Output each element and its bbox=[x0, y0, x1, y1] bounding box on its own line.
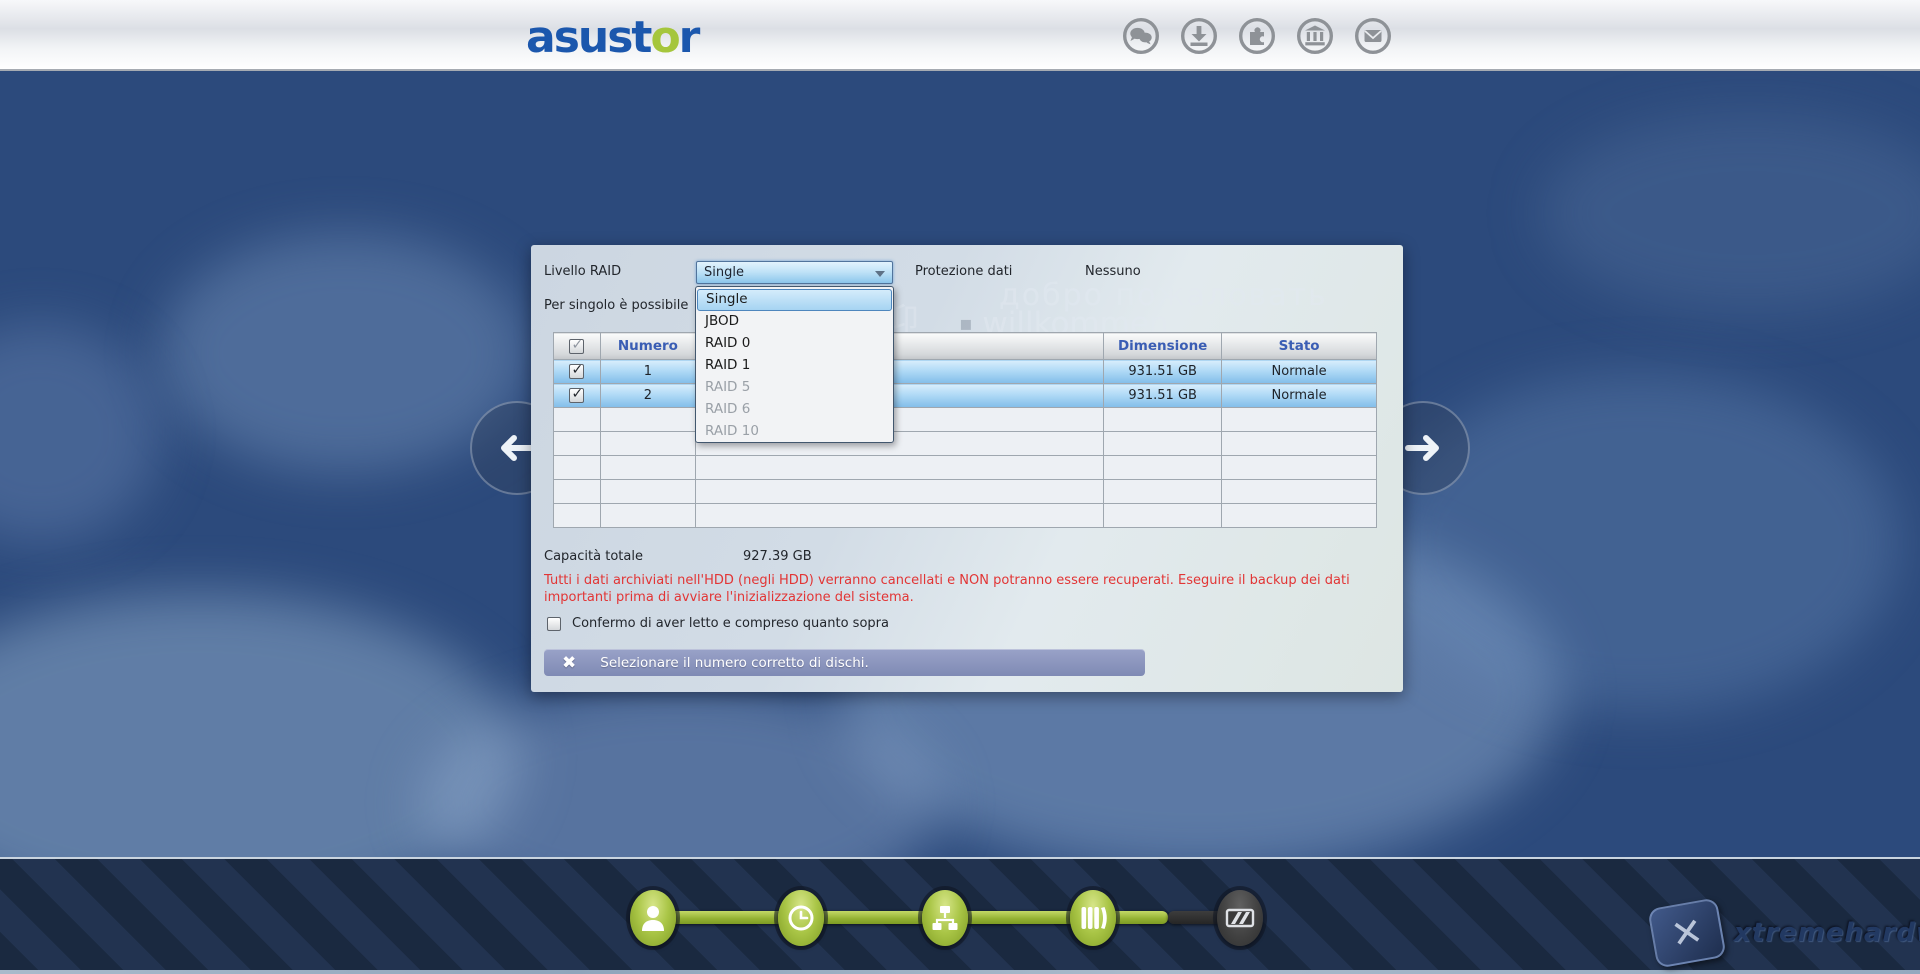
setup-wizard-screen: asustor bbox=[0, 0, 1920, 974]
cloud bbox=[1540, 113, 1920, 313]
table-header-row: Numero Dimensione Stato bbox=[554, 333, 1377, 360]
xtremehardware-watermark: xtremehardware.com bbox=[1734, 918, 1920, 948]
confirm-label: Confermo di aver letto e compreso quanto… bbox=[572, 616, 889, 631]
logo-text-end: r bbox=[679, 12, 699, 63]
chat-icon[interactable] bbox=[1122, 17, 1160, 55]
logo-o: o bbox=[650, 12, 678, 63]
disk-2-size: 931.51 GB bbox=[1104, 384, 1222, 408]
stato-header[interactable]: Stato bbox=[1222, 333, 1377, 360]
disk-2-status: Normale bbox=[1222, 384, 1377, 408]
raid-level-label: Livello RAID bbox=[544, 264, 621, 279]
xtremehardware-badge: ✕ bbox=[1647, 897, 1726, 968]
raid-level-select[interactable]: Single bbox=[696, 261, 893, 284]
error-message: Selezionare il numero corretto di dischi… bbox=[600, 655, 869, 671]
disk-1-number: 1 bbox=[600, 360, 695, 384]
disk-1-checkbox[interactable] bbox=[569, 364, 584, 379]
raid-option-raid5: RAID 5 bbox=[697, 377, 892, 399]
step-network[interactable] bbox=[922, 890, 968, 946]
dimensione-header[interactable]: Dimensione bbox=[1104, 333, 1222, 360]
download-icon[interactable] bbox=[1180, 17, 1218, 55]
error-x-icon: ✖ bbox=[562, 653, 576, 673]
user-icon bbox=[640, 903, 666, 933]
disks-table: Numero Dimensione Stato 1 931.51 GB Norm… bbox=[553, 332, 1377, 528]
step-disks[interactable] bbox=[1070, 890, 1116, 946]
step-connector-done bbox=[653, 911, 1093, 924]
top-header: asustor bbox=[0, 0, 1920, 71]
empty-row bbox=[554, 408, 1377, 432]
total-capacity-value: 927.39 GB bbox=[743, 549, 812, 564]
empty-row bbox=[554, 480, 1377, 504]
logo-text: asust bbox=[526, 12, 650, 63]
bank-icon[interactable] bbox=[1296, 17, 1334, 55]
data-protection-label: Protezione dati bbox=[915, 264, 1012, 279]
wizard-step-bar bbox=[0, 857, 1920, 974]
data-loss-warning: Tutti i dati archiviati nell'HDD (negli … bbox=[544, 572, 1364, 606]
network-icon bbox=[931, 904, 959, 932]
arrow-right-icon bbox=[1402, 432, 1444, 464]
confirm-row: Confermo di aver letto e compreso quanto… bbox=[547, 616, 889, 631]
raid-config-dialog: 迎 добро пожаловать ▪ willkommen Livello … bbox=[531, 245, 1403, 692]
raid-option-raid1[interactable]: RAID 1 bbox=[697, 355, 892, 377]
disk-2-number: 2 bbox=[600, 384, 695, 408]
step-volume[interactable] bbox=[1217, 890, 1263, 946]
empty-row bbox=[554, 432, 1377, 456]
disk-1-status: Normale bbox=[1222, 360, 1377, 384]
select-all-header-cell[interactable] bbox=[554, 333, 601, 360]
empty-row bbox=[554, 456, 1377, 480]
step-datetime[interactable] bbox=[778, 890, 824, 946]
raid-level-dropdown-list: Single JBOD RAID 0 RAID 1 RAID 5 RAID 6 … bbox=[695, 286, 894, 443]
data-protection-value: Nessuno bbox=[1085, 264, 1141, 279]
select-all-checkbox[interactable] bbox=[569, 339, 584, 354]
disk-row-2[interactable]: 2 931.51 GB Normale bbox=[554, 384, 1377, 408]
x-glyph: ✕ bbox=[1668, 912, 1706, 955]
empty-row bbox=[554, 504, 1377, 528]
total-capacity-label: Capacità totale bbox=[544, 549, 643, 564]
select-arrow-icon bbox=[875, 271, 885, 277]
header-icon-row bbox=[1122, 17, 1392, 55]
step-user[interactable] bbox=[630, 890, 676, 946]
confirm-checkbox[interactable] bbox=[547, 617, 561, 631]
raid-option-jbod[interactable]: JBOD bbox=[697, 311, 892, 333]
disk-1-size: 931.51 GB bbox=[1104, 360, 1222, 384]
mail-icon[interactable] bbox=[1354, 17, 1392, 55]
raid-option-single[interactable]: Single bbox=[697, 289, 892, 311]
apps-puzzle-icon[interactable] bbox=[1238, 17, 1276, 55]
disk-2-checkbox[interactable] bbox=[569, 388, 584, 403]
error-banner: ✖ Selezionare il numero corretto di disc… bbox=[544, 649, 1145, 676]
disk-row-1[interactable]: 1 931.51 GB Normale bbox=[554, 360, 1377, 384]
asustor-logo: asustor bbox=[526, 12, 698, 63]
raid-option-raid10: RAID 10 bbox=[697, 421, 892, 443]
volume-hatch-icon bbox=[1225, 905, 1255, 931]
raid-option-raid6: RAID 6 bbox=[697, 399, 892, 421]
clock-icon bbox=[787, 904, 815, 932]
disks-icon bbox=[1080, 904, 1107, 932]
cloud bbox=[0, 323, 160, 543]
raid-level-selected-value: Single bbox=[704, 265, 744, 280]
raid-description-text: Per singolo è possibile bbox=[544, 298, 688, 313]
raid-option-raid0[interactable]: RAID 0 bbox=[697, 333, 892, 355]
numero-header[interactable]: Numero bbox=[600, 333, 695, 360]
